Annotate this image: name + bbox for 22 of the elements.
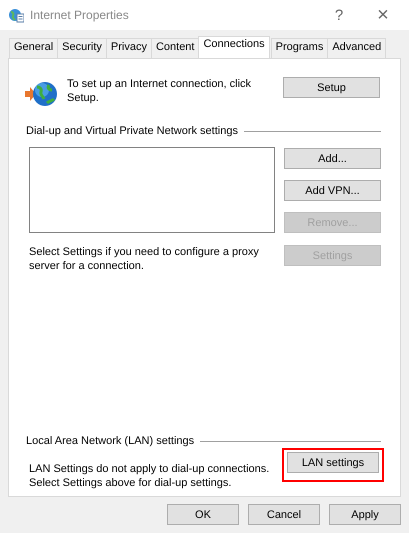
button[interactable]: Add... xyxy=(284,148,381,169)
button[interactable]: Apply xyxy=(329,504,401,525)
button[interactable]: Setup xyxy=(283,77,380,98)
group-heading: Local Area Network (LAN) settings xyxy=(26,435,194,447)
button[interactable]: OK xyxy=(167,504,239,525)
tab[interactable]: Advanced xyxy=(327,38,386,58)
proxy-text: Select Settings if you need to configure a proxy server for a connection. xyxy=(29,245,260,273)
tab[interactable]: General xyxy=(9,38,58,58)
group-heading: Dial-up and Virtual Private Network settings xyxy=(26,125,238,137)
connection-list[interactable] xyxy=(29,147,275,233)
window-title: Internet Properties xyxy=(30,8,129,22)
setup-text: To set up an Internet connection, click Setup. xyxy=(67,77,252,105)
globe-icon xyxy=(8,7,24,23)
button[interactable]: Cancel xyxy=(248,504,320,525)
button[interactable]: LAN settings xyxy=(287,452,379,473)
globe-arrow-icon xyxy=(25,79,59,109)
help-button[interactable]: ? xyxy=(317,6,361,24)
button[interactable]: Add VPN... xyxy=(284,180,381,201)
tab[interactable]: Connections xyxy=(198,36,270,58)
close-button[interactable]: × xyxy=(361,4,405,26)
lan-text: LAN Settings do not apply to dial-up connections. Select Settings above for dial-up settings. xyxy=(29,462,270,490)
tab[interactable]: Programs xyxy=(270,38,328,58)
